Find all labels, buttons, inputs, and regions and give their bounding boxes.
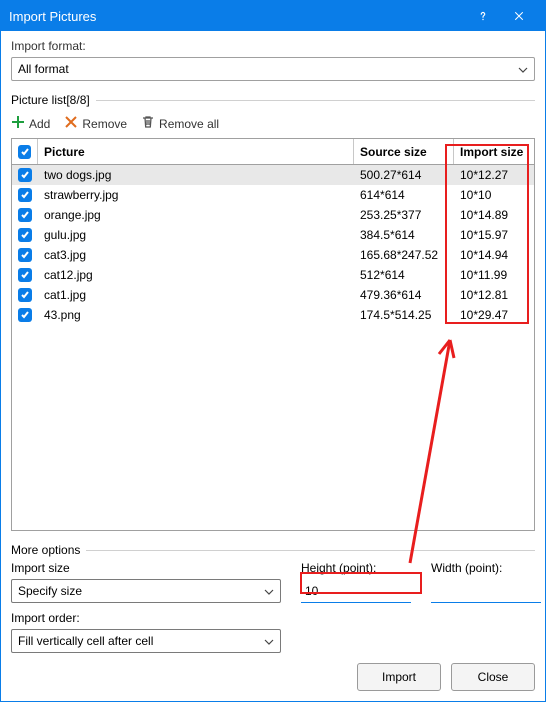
row-picture-name: 43.png	[38, 308, 354, 322]
plus-icon	[11, 115, 25, 132]
width-input[interactable]	[431, 579, 541, 603]
dialog-content: Import format: All format Picture list[8…	[1, 31, 545, 701]
row-checkbox[interactable]	[18, 268, 32, 282]
row-checkbox-cell	[12, 188, 38, 202]
table-row[interactable]: 43.png174.5*514.2510*29.47	[12, 305, 534, 325]
table-row[interactable]: strawberry.jpg614*61410*10	[12, 185, 534, 205]
row-picture-name: cat1.jpg	[38, 288, 354, 302]
row-source-size: 253.25*377	[354, 208, 454, 222]
remove-label: Remove	[82, 117, 127, 131]
row-checkbox[interactable]	[18, 308, 32, 322]
import-format-value: All format	[18, 62, 69, 76]
divider	[96, 100, 535, 101]
picture-toolbar: Add Remove Remove all	[11, 115, 535, 132]
title-bar: Import Pictures	[1, 1, 545, 31]
row-import-size: 10*29.47	[454, 308, 534, 322]
row-picture-name: gulu.jpg	[38, 228, 354, 242]
table-row[interactable]: two dogs.jpg500.27*61410*12.27	[12, 165, 534, 185]
row-import-size: 10*15.97	[454, 228, 534, 242]
remove-all-button[interactable]: Remove all	[141, 115, 219, 132]
row-picture-name: orange.jpg	[38, 208, 354, 222]
row-source-size: 614*614	[354, 188, 454, 202]
import-size-select[interactable]: Specify size	[11, 579, 281, 603]
import-order-select[interactable]: Fill vertically cell after cell	[11, 629, 281, 653]
more-options-header: More options	[11, 543, 535, 557]
row-source-size: 479.36*614	[354, 288, 454, 302]
help-button[interactable]	[465, 1, 501, 31]
add-button[interactable]: Add	[11, 115, 50, 132]
import-order-value: Fill vertically cell after cell	[18, 634, 153, 648]
row-source-size: 384.5*614	[354, 228, 454, 242]
picture-list-label: Picture list[8/8]	[11, 93, 90, 107]
row-source-size: 500.27*614	[354, 168, 454, 182]
row-import-size: 10*11.99	[454, 268, 534, 282]
row-checkbox-cell	[12, 288, 38, 302]
row-import-size: 10*14.89	[454, 208, 534, 222]
row-import-size: 10*12.27	[454, 168, 534, 182]
more-options-label: More options	[11, 543, 80, 557]
divider	[86, 550, 535, 551]
row-source-size: 165.68*247.52	[354, 248, 454, 262]
row-checkbox[interactable]	[18, 228, 32, 242]
table-row[interactable]: cat3.jpg165.68*247.5210*14.94	[12, 245, 534, 265]
picture-list-header: Picture list[8/8]	[11, 93, 535, 107]
table-header: Picture Source size Import size	[12, 139, 534, 165]
add-label: Add	[29, 117, 50, 131]
close-window-button[interactable]	[501, 1, 537, 31]
row-checkbox-cell	[12, 208, 38, 222]
row-picture-name: strawberry.jpg	[38, 188, 354, 202]
table-row[interactable]: orange.jpg253.25*37710*14.89	[12, 205, 534, 225]
remove-button[interactable]: Remove	[64, 115, 127, 132]
remove-all-label: Remove all	[159, 117, 219, 131]
row-source-size: 174.5*514.25	[354, 308, 454, 322]
chevron-down-icon	[518, 64, 528, 74]
row-import-size: 10*12.81	[454, 288, 534, 302]
chevron-down-icon	[264, 586, 274, 596]
height-label: Height (point):	[301, 561, 411, 575]
row-import-size: 10*10	[454, 188, 534, 202]
row-picture-name: cat12.jpg	[38, 268, 354, 282]
row-checkbox-cell	[12, 268, 38, 282]
row-checkbox[interactable]	[18, 168, 32, 182]
header-picture[interactable]: Picture	[38, 139, 354, 164]
table-row[interactable]: gulu.jpg384.5*61410*15.97	[12, 225, 534, 245]
trash-icon	[141, 115, 155, 132]
import-button[interactable]: Import	[357, 663, 441, 691]
row-checkbox-cell	[12, 308, 38, 322]
row-checkbox-cell	[12, 228, 38, 242]
header-import-size[interactable]: Import size	[454, 139, 534, 164]
import-size-label: Import size	[11, 561, 281, 575]
row-picture-name: two dogs.jpg	[38, 168, 354, 182]
table-row[interactable]: cat12.jpg512*61410*11.99	[12, 265, 534, 285]
import-order-label: Import order:	[11, 611, 535, 625]
window-title: Import Pictures	[9, 9, 465, 24]
table-row[interactable]: cat1.jpg479.36*61410*12.81	[12, 285, 534, 305]
row-checkbox[interactable]	[18, 288, 32, 302]
row-checkbox-cell	[12, 168, 38, 182]
import-format-select[interactable]: All format	[11, 57, 535, 81]
height-input[interactable]	[301, 579, 411, 603]
table-body: two dogs.jpg500.27*61410*12.27strawberry…	[12, 165, 534, 530]
import-format-label: Import format:	[11, 39, 535, 53]
select-all-checkbox[interactable]	[18, 145, 31, 159]
row-checkbox[interactable]	[18, 208, 32, 222]
width-label: Width (point):	[431, 561, 541, 575]
header-source-size[interactable]: Source size	[354, 139, 454, 164]
row-picture-name: cat3.jpg	[38, 248, 354, 262]
row-source-size: 512*614	[354, 268, 454, 282]
import-pictures-dialog: Import Pictures Import format: All forma…	[0, 0, 546, 702]
row-checkbox[interactable]	[18, 248, 32, 262]
header-checkbox-cell	[12, 139, 38, 164]
picture-table: Picture Source size Import size two dogs…	[11, 138, 535, 531]
chevron-down-icon	[264, 636, 274, 646]
row-import-size: 10*14.94	[454, 248, 534, 262]
import-size-value: Specify size	[18, 584, 82, 598]
row-checkbox-cell	[12, 248, 38, 262]
x-icon	[64, 115, 78, 132]
row-checkbox[interactable]	[18, 188, 32, 202]
close-button[interactable]: Close	[451, 663, 535, 691]
